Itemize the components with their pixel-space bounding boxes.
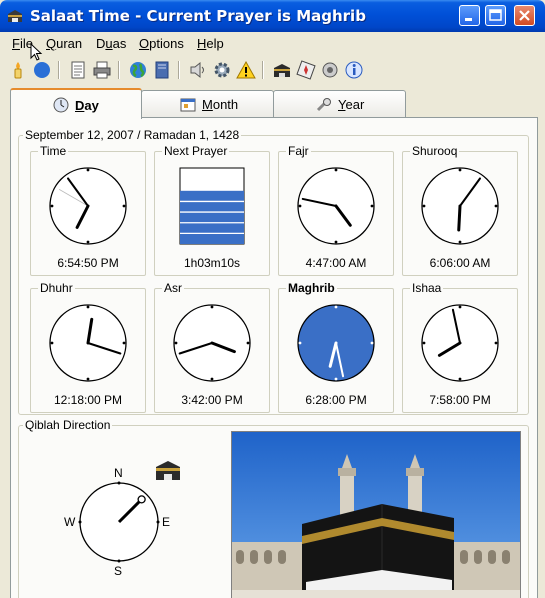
toolbar-separator xyxy=(178,61,180,79)
toolbar-separator xyxy=(58,61,60,79)
close-icon xyxy=(519,10,530,21)
warning-icon[interactable] xyxy=(236,60,256,80)
menu-duas[interactable]: Duas xyxy=(96,36,126,51)
prayer-label: Shurooq xyxy=(410,144,460,158)
prayer-time-value: 12:18:00 PM xyxy=(53,393,123,407)
prayer-cell-dhuhr: Dhuhr 12:18:00 PM xyxy=(30,281,146,413)
prayer-time-value: 4:47:00 AM xyxy=(305,256,367,270)
clock-face-icon xyxy=(297,304,375,382)
prayer-cell-ishaa: Ishaa 7:58:00 PM xyxy=(402,281,518,413)
maximize-icon xyxy=(489,9,502,21)
minimize-button[interactable] xyxy=(459,5,480,26)
compass-north-label: N xyxy=(114,466,123,480)
prayer-times-group: September 12, 2007 / Ramadan 1, 1428 Tim… xyxy=(18,128,529,415)
compass-east-label: E xyxy=(162,515,171,529)
title-bar[interactable]: Salaat Time - Current Prayer is Maghrib xyxy=(0,0,545,32)
prayer-time-value: 6:28:00 PM xyxy=(305,393,367,407)
menu-bar: File Quran Duas Options Help xyxy=(4,33,540,61)
toolbar xyxy=(4,57,540,85)
kaaba-icon xyxy=(156,461,180,480)
prayer-time-value: 7:58:00 PM xyxy=(429,393,491,407)
qiblah-compass xyxy=(78,481,160,563)
prayer-cell-fajr: Fajr 4:47:00 AM xyxy=(278,144,394,276)
prayer-cell-next-prayer: Next Prayer 1h03m10s xyxy=(154,144,270,276)
menu-help[interactable]: Help xyxy=(197,36,224,51)
clock-face-icon xyxy=(421,304,499,382)
tab-day[interactable]: Day xyxy=(10,88,142,119)
globe-icon[interactable] xyxy=(128,60,148,80)
menu-quran[interactable]: Quran xyxy=(46,36,82,51)
view-tabs: Day Month Year xyxy=(10,88,540,119)
tab-year[interactable]: Year xyxy=(273,90,406,117)
countdown-fill xyxy=(180,190,244,244)
clock-face-icon xyxy=(49,304,127,382)
window-title: Salaat Time - Current Prayer is Maghrib xyxy=(30,7,366,25)
prayer-label: Maghrib xyxy=(286,281,337,295)
speaker-icon[interactable] xyxy=(188,60,208,80)
kaaba-photo xyxy=(231,431,521,598)
printer-icon[interactable] xyxy=(92,60,112,80)
clock-face-icon xyxy=(297,167,375,245)
app-kaaba-icon xyxy=(8,10,22,22)
menu-options[interactable]: Options xyxy=(139,36,184,51)
compass-card-icon[interactable] xyxy=(296,60,316,80)
prayer-time-value: 1h03m10s xyxy=(183,256,241,270)
toolbar-separator xyxy=(118,61,120,79)
location-pin-icon[interactable] xyxy=(320,60,340,80)
prayer-label: Fajr xyxy=(286,144,311,158)
prayer-label: Dhuhr xyxy=(38,281,75,295)
prayer-label: Time xyxy=(38,144,69,158)
compass-west-label: W xyxy=(64,515,76,529)
clock-face-icon xyxy=(421,167,499,245)
kaaba-icon[interactable] xyxy=(272,60,292,80)
prayer-label: Ishaa xyxy=(410,281,444,295)
prayer-cell-time: Time 6:54:50 PM xyxy=(30,144,146,276)
compass-south-label: S xyxy=(114,564,123,578)
prayer-time-value: 6:06:00 AM xyxy=(429,256,491,270)
tab-month[interactable]: Month xyxy=(141,90,274,117)
prayer-cell-shurooq: Shurooq 6:06:00 AM xyxy=(402,144,518,276)
prayer-label: Asr xyxy=(162,281,184,295)
year-wrench-icon xyxy=(316,98,331,112)
candle-icon[interactable] xyxy=(8,60,28,80)
prayer-cell-asr: Asr 3:42:00 PM xyxy=(154,281,270,413)
calendar-icon xyxy=(180,98,196,112)
book-icon[interactable] xyxy=(152,60,172,80)
prayer-cell-maghrib: Maghrib 6:28:00 PM xyxy=(278,281,394,413)
toolbar-separator xyxy=(262,61,264,79)
settings-gear-icon[interactable] xyxy=(212,60,232,80)
kaaba-photo-image xyxy=(232,432,520,598)
prayer-label: Next Prayer xyxy=(162,144,230,158)
minimize-icon xyxy=(465,18,472,21)
maximize-button[interactable] xyxy=(485,5,506,26)
qiblah-label: Qiblah Direction xyxy=(23,418,113,432)
clock-face-icon xyxy=(173,304,251,382)
moon-globe-icon[interactable] xyxy=(32,60,52,80)
prayer-time-value: 6:54:50 PM xyxy=(57,256,119,270)
clock-icon xyxy=(53,97,69,113)
clock-face-icon xyxy=(49,167,127,245)
qiblah-needle-tip xyxy=(137,495,146,504)
calendar-page-icon[interactable] xyxy=(68,60,88,80)
hour-hand xyxy=(457,204,462,232)
info-icon[interactable] xyxy=(344,60,364,80)
prayer-time-value: 3:42:00 PM xyxy=(181,393,243,407)
close-button[interactable] xyxy=(514,5,535,26)
app-window: Salaat Time - Current Prayer is Maghrib … xyxy=(0,0,545,598)
date-header: September 12, 2007 / Ramadan 1, 1428 xyxy=(23,128,242,142)
countdown-gauge xyxy=(179,167,245,245)
day-panel: September 12, 2007 / Ramadan 1, 1428 Tim… xyxy=(10,117,538,598)
